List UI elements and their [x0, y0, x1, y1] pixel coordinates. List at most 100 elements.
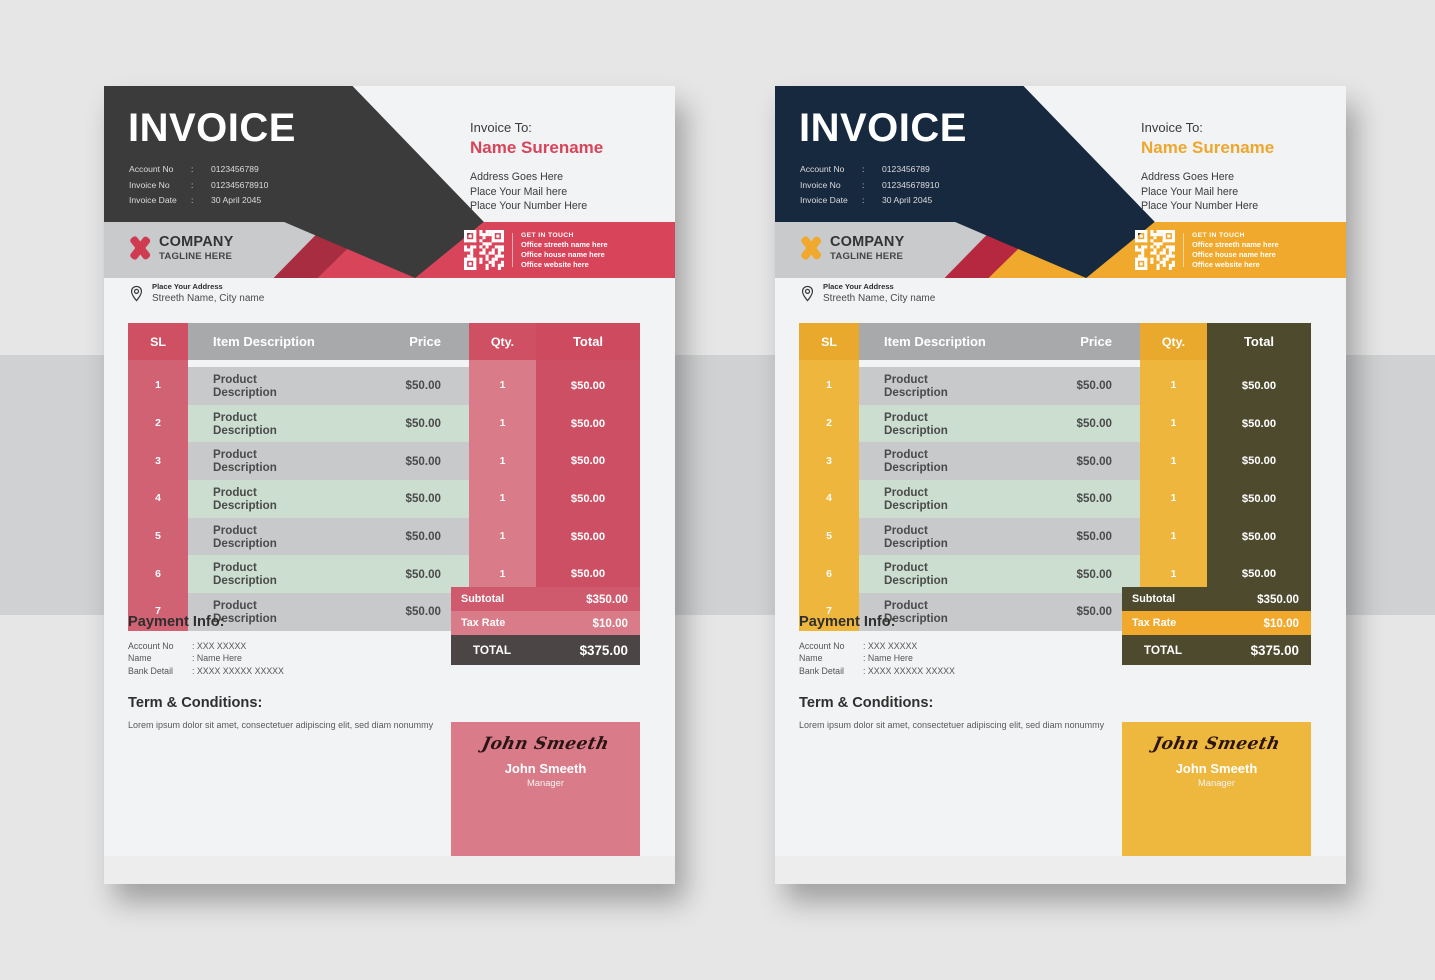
subtotal-row: Subtotal $350.00: [1122, 587, 1311, 611]
payment-info-row: Account No : XXX XXXXX: [799, 640, 955, 652]
meta-row: Invoice No: 012345678910: [800, 178, 939, 194]
cell-description: Product Description: [859, 404, 992, 443]
column-header-sl: SL: [128, 323, 188, 360]
cell-price: $50.00: [321, 593, 469, 631]
invoice-card-red[interactable]: INVOICE Account No: 0123456789 Invoice No: 0…: [104, 86, 675, 884]
grand-total-row: TOTAL $375.00: [1122, 635, 1311, 665]
table-row[interactable]: 3 Product Description $50.00 1 $50.00: [128, 442, 640, 481]
page-title: INVOICE: [799, 106, 967, 150]
meta-value: 012345678910: [882, 179, 940, 190]
divider: [1183, 233, 1184, 267]
table-row[interactable]: 1 Product Description $50.00 1 $50.00: [799, 367, 1311, 405]
subtotal-value: $350.00: [586, 592, 628, 606]
tax-rate-row: Tax Rate $10.00: [1122, 611, 1311, 635]
invoice-header: INVOICE Account No: 0123456789 Invoice No: 0…: [104, 86, 675, 222]
payment-info-value: : XXX XXXXX: [192, 641, 247, 651]
table-row[interactable]: 5 Product Description $50.00 1 $50.00: [799, 517, 1311, 556]
table-row[interactable]: 4 Product Description $50.00 1 $50.00: [128, 480, 640, 518]
totals-block: Subtotal $350.00 Tax Rate $10.00 TOTAL $375.0…: [451, 587, 640, 665]
get-in-touch-line: Office website here: [521, 259, 589, 269]
company-name: COMPANY: [830, 234, 905, 250]
get-in-touch-line: Office streeth name here: [1192, 240, 1279, 250]
cell-total: $50.00: [536, 442, 640, 481]
signature-name: John Smeeth: [1175, 761, 1258, 776]
invoice-to-line: Place Your Number Here: [470, 200, 588, 213]
cell-total: $50.00: [1207, 442, 1311, 481]
cell-description: Product Description: [188, 555, 321, 594]
address-value: Streeth Name, City name: [152, 293, 265, 304]
invoice-header: INVOICE Account No: 0123456789 Invoice No: 0…: [775, 86, 1346, 222]
table-gap-row: [799, 360, 1311, 367]
meta-value: 30 April 2045: [882, 195, 933, 205]
payment-info-key: Name: [799, 653, 823, 664]
company-name: COMPANY: [159, 234, 234, 250]
meta-row: Invoice Date: 30 April 2045: [800, 193, 939, 209]
cell-qty: 1: [1140, 480, 1207, 518]
cell-total: $50.00: [1207, 367, 1311, 405]
cell-price: $50.00: [321, 555, 469, 594]
cell-sl: 1: [799, 367, 859, 405]
meta-separator: :: [191, 164, 194, 174]
x-logo-icon: [798, 235, 823, 261]
table-row[interactable]: 2 Product Description $50.00 1 $50.00: [799, 404, 1311, 443]
payment-info-value: : XXX XXXXX: [863, 641, 918, 651]
invoice-to-name: Name Surename: [470, 138, 604, 157]
location-pin-icon: [130, 285, 143, 302]
cell-total: $50.00: [536, 480, 640, 518]
meta-row: Account No: 0123456789: [129, 162, 268, 178]
cell-description: Product Description: [188, 367, 321, 405]
cell-description: Product Description: [188, 480, 321, 518]
tax-rate-label: Tax Rate: [1132, 617, 1177, 629]
company-logo[interactable]: COMPANY TAGLINE HERE: [798, 233, 904, 263]
company-logo[interactable]: COMPANY TAGLINE HERE: [127, 233, 233, 263]
meta-key: Invoice Date: [129, 195, 177, 205]
qr-code-icon: [464, 230, 504, 270]
column-header-sl: SL: [799, 323, 859, 360]
cell-qty: 1: [469, 404, 536, 443]
column-header-total: Total: [536, 323, 640, 360]
cell-sl: 5: [128, 517, 188, 556]
get-in-touch-line: Office house name here: [1192, 249, 1276, 259]
meta-key: Invoice No: [129, 179, 170, 190]
terms-block: Term & Conditions: Lorem ipsum dolor sit …: [128, 694, 433, 731]
cell-price: $50.00: [321, 517, 469, 556]
meta-key: Invoice Date: [800, 195, 848, 205]
meta-key: Invoice No: [800, 179, 841, 190]
card-footer: [104, 856, 675, 884]
cell-price: $50.00: [992, 367, 1140, 405]
cell-total: $50.00: [536, 404, 640, 443]
get-in-touch-line: Office website here: [1192, 259, 1260, 269]
table-row[interactable]: 5 Product Description $50.00 1 $50.00: [128, 517, 640, 556]
table-row[interactable]: 4 Product Description $50.00 1 $50.00: [799, 480, 1311, 518]
table-row[interactable]: 3 Product Description $50.00 1 $50.00: [799, 442, 1311, 481]
cell-total: $50.00: [1207, 404, 1311, 443]
meta-separator: :: [862, 179, 865, 190]
column-header-price: Price: [321, 323, 469, 360]
payment-info-row: Bank Detail: XXXX XXXXX XXXXX: [128, 665, 284, 677]
cell-sl: 4: [799, 480, 859, 518]
cell-price: $50.00: [321, 404, 469, 443]
table-header-row: SL Item Description Price Qty. Total: [799, 323, 1311, 360]
payment-info-value: : Name Here: [863, 653, 913, 664]
payment-info-rows: Account No: XXX XXXXX Name: Name Here Bank…: [799, 640, 955, 677]
grand-total-label: TOTAL: [1143, 643, 1183, 657]
qr-code-icon: [1135, 230, 1175, 270]
get-in-touch-heading: GET IN TOUCH: [1192, 231, 1245, 239]
meta-row: Account No: 0123456789: [800, 162, 939, 178]
payment-info-key: Account No: [799, 641, 845, 651]
address-block: Place Your Address Streeth Name, City nam…: [799, 282, 935, 305]
meta-separator: :: [191, 179, 194, 190]
company-tagline: TAGLINE HERE: [830, 251, 904, 262]
tax-rate-value: $10.00: [592, 616, 628, 630]
terms-block: Term & Conditions: Lorem ipsum dolor sit …: [799, 694, 1104, 731]
cell-total: $50.00: [536, 367, 640, 405]
invoice-to-line: Place Your Mail here: [470, 185, 568, 198]
table-row[interactable]: 1 Product Description $50.00 1 $50.00: [128, 367, 640, 405]
payment-info-key: Account No: [128, 641, 174, 651]
cell-description: Product Description: [859, 480, 992, 518]
invoice-meta: Account No: 0123456789 Invoice No: 01234567…: [800, 162, 939, 209]
cell-price: $50.00: [992, 517, 1140, 556]
invoice-card-yellow[interactable]: INVOICE Account No: 0123456789 Invoice No: 0…: [775, 86, 1346, 884]
invoice-to-block: Invoice To: Name Surename Address Goes Her…: [1141, 119, 1274, 214]
table-row[interactable]: 2 Product Description $50.00 1 $50.00: [128, 404, 640, 443]
